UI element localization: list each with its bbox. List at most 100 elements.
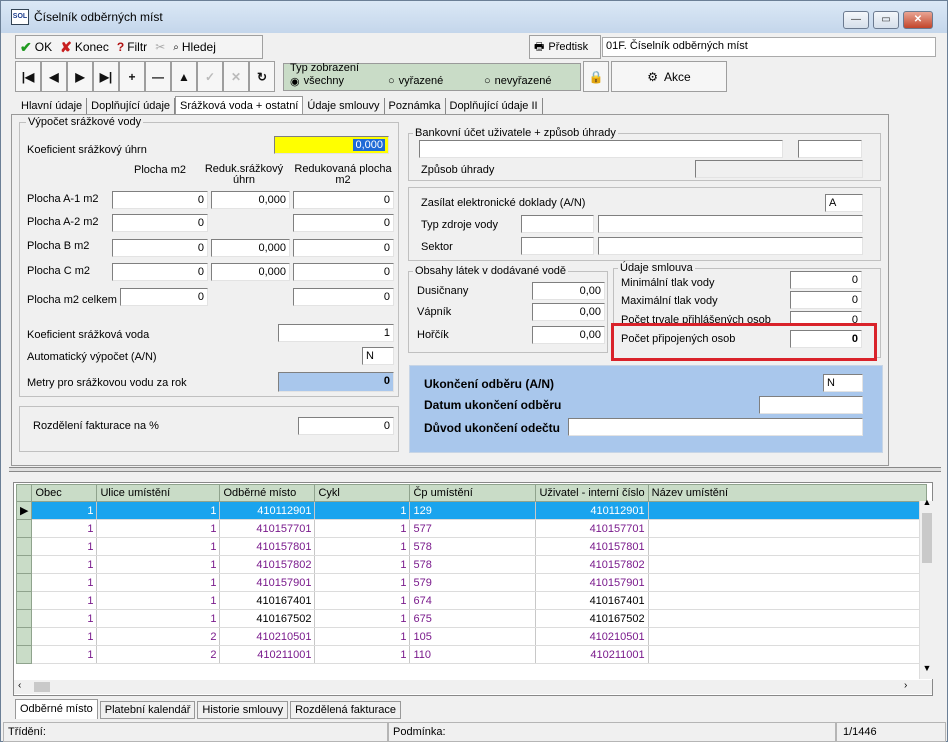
- table-row[interactable]: 1 1 410157801 1 578 410157801: [15, 537, 927, 556]
- typ-zdroje-code-field[interactable]: [521, 215, 594, 233]
- table-cell[interactable]: 1: [96, 555, 221, 574]
- bank-account-field[interactable]: [419, 140, 783, 158]
- table-cell[interactable]: 410167401: [535, 591, 649, 610]
- konec-button[interactable]: ✘ Konec: [60, 39, 109, 56]
- typ-zdroje-name-field[interactable]: [598, 215, 863, 233]
- row-indicator[interactable]: [15, 573, 33, 592]
- table-cell[interactable]: 1: [31, 537, 98, 556]
- close-icon[interactable]: ✕: [903, 11, 933, 29]
- reduk-a1-field[interactable]: 0,000: [211, 191, 290, 209]
- table-cell[interactable]: 1: [31, 609, 98, 628]
- table-cell[interactable]: 410157701: [219, 519, 316, 538]
- table-cell[interactable]: 410157801: [219, 537, 316, 556]
- sektor-code-field[interactable]: [521, 237, 594, 255]
- scroll-up-icon[interactable]: ▲: [920, 497, 934, 507]
- table-cell[interactable]: 105: [409, 627, 537, 646]
- table-cell[interactable]: 410167502: [219, 609, 316, 628]
- ukonceni-field[interactable]: N: [823, 374, 863, 392]
- redukovana-a1-field[interactable]: 0: [293, 191, 394, 209]
- radio-vsechny[interactable]: ◉ všechny: [290, 75, 344, 88]
- lock-icon[interactable]: 🔒: [583, 61, 609, 92]
- horcik-field[interactable]: 0,00: [532, 326, 605, 344]
- tab-historie[interactable]: Historie smlouvy: [197, 701, 289, 719]
- table-cell[interactable]: [648, 501, 927, 520]
- table-cell[interactable]: 1: [31, 591, 98, 610]
- add-record-icon[interactable]: +: [119, 61, 145, 92]
- table-cell[interactable]: 1: [96, 573, 221, 592]
- table-cell[interactable]: 410112901: [535, 501, 649, 520]
- table-cell[interactable]: 1: [31, 501, 98, 520]
- plocha-celkem-field[interactable]: 0: [120, 288, 208, 306]
- grid-hscrollbar[interactable]: ‹ ›: [14, 680, 932, 694]
- table-cell[interactable]: 1: [31, 573, 98, 592]
- table-cell[interactable]: [648, 627, 927, 646]
- row-indicator[interactable]: [15, 645, 33, 664]
- plocha-a1-field[interactable]: 0: [112, 191, 208, 209]
- splitter[interactable]: [9, 467, 941, 472]
- min-tlak-field[interactable]: 0: [790, 271, 862, 289]
- row-indicator[interactable]: [15, 609, 33, 628]
- table-cell[interactable]: [648, 555, 927, 574]
- tab-srazkova[interactable]: Srážková voda + ostatní: [175, 96, 304, 114]
- tab-hlavni[interactable]: Hlavní údaje: [17, 98, 88, 114]
- max-tlak-field[interactable]: 0: [790, 291, 862, 309]
- table-cell[interactable]: [648, 591, 927, 610]
- table-row[interactable]: 1 1 410167401 1 674 410167401: [15, 591, 927, 610]
- table-cell[interactable]: 1: [314, 645, 411, 664]
- table-cell[interactable]: 2: [96, 627, 221, 646]
- table-cell[interactable]: 1: [96, 609, 221, 628]
- table-row[interactable]: 1 1 410157701 1 577 410157701: [15, 519, 927, 538]
- table-cell[interactable]: 129: [409, 501, 537, 520]
- hscroll-thumb[interactable]: [34, 682, 50, 692]
- koef-voda-field[interactable]: 1: [278, 324, 394, 342]
- table-row[interactable]: 1 1 410157901 1 579 410157901: [15, 573, 927, 592]
- table-cell[interactable]: 1: [314, 609, 411, 628]
- table-row[interactable]: ▶ 1 1 410112901 1 129 410112901: [15, 501, 927, 520]
- pocet-pripojenych-field[interactable]: 0: [790, 330, 862, 348]
- table-cell[interactable]: 410157802: [219, 555, 316, 574]
- scroll-down-icon[interactable]: ▼: [920, 663, 934, 673]
- confirm-icon[interactable]: ✓: [197, 61, 223, 92]
- eraser-icon[interactable]: ✂: [155, 40, 165, 54]
- row-pointer-icon[interactable]: ▶: [15, 501, 33, 520]
- table-cell[interactable]: 1: [96, 519, 221, 538]
- table-cell[interactable]: 1: [96, 501, 221, 520]
- table-cell[interactable]: 410211001: [535, 645, 649, 664]
- col-obec[interactable]: Obec: [31, 484, 98, 502]
- table-cell[interactable]: 1: [314, 519, 411, 538]
- table-cell[interactable]: [648, 573, 927, 592]
- first-record-icon[interactable]: |◀: [15, 61, 41, 92]
- edit-record-icon[interactable]: ▲: [171, 61, 197, 92]
- table-cell[interactable]: 1: [31, 627, 98, 646]
- hledej-button[interactable]: ⌕ Hledej: [173, 40, 216, 54]
- table-cell[interactable]: 410157901: [219, 573, 316, 592]
- row-indicator[interactable]: [15, 591, 33, 610]
- zasilat-field[interactable]: A: [825, 194, 863, 212]
- table-cell[interactable]: 578: [409, 537, 537, 556]
- zpusob-uhrady-field[interactable]: [695, 160, 863, 178]
- scroll-thumb[interactable]: [922, 513, 932, 563]
- table-cell[interactable]: 410157901: [535, 573, 649, 592]
- table-cell[interactable]: [648, 519, 927, 538]
- table-row[interactable]: 1 1 410157802 1 578 410157802: [15, 555, 927, 574]
- datum-ukonceni-field[interactable]: [759, 396, 863, 414]
- redukovana-celkem-field[interactable]: 0: [293, 288, 394, 306]
- next-record-icon[interactable]: ▶: [67, 61, 93, 92]
- redukovana-c-field[interactable]: 0: [293, 263, 394, 281]
- tab-odberne-misto[interactable]: Odběrné místo: [15, 699, 98, 719]
- tab-udaje-smlouvy[interactable]: Údaje smlouvy: [303, 98, 385, 114]
- table-cell[interactable]: 579: [409, 573, 537, 592]
- bank-code-field[interactable]: [798, 140, 862, 158]
- table-cell[interactable]: 675: [409, 609, 537, 628]
- tab-rozdelena[interactable]: Rozdělená fakturace: [290, 701, 401, 719]
- filtr-button[interactable]: ? Filtr: [117, 40, 147, 54]
- col-uzivatel[interactable]: Uživatel - interní číslo: [535, 484, 649, 502]
- table-cell[interactable]: 110: [409, 645, 537, 664]
- reduk-c-field[interactable]: 0,000: [211, 263, 290, 281]
- predtisk-button[interactable]: 🖶 Předtisk: [529, 35, 601, 59]
- sektor-name-field[interactable]: [598, 237, 863, 255]
- koef-srazkovy-field[interactable]: 0,000: [274, 136, 389, 154]
- table-cell[interactable]: 1: [31, 555, 98, 574]
- auto-vypocet-field[interactable]: N: [362, 347, 394, 365]
- table-cell[interactable]: 1: [96, 591, 221, 610]
